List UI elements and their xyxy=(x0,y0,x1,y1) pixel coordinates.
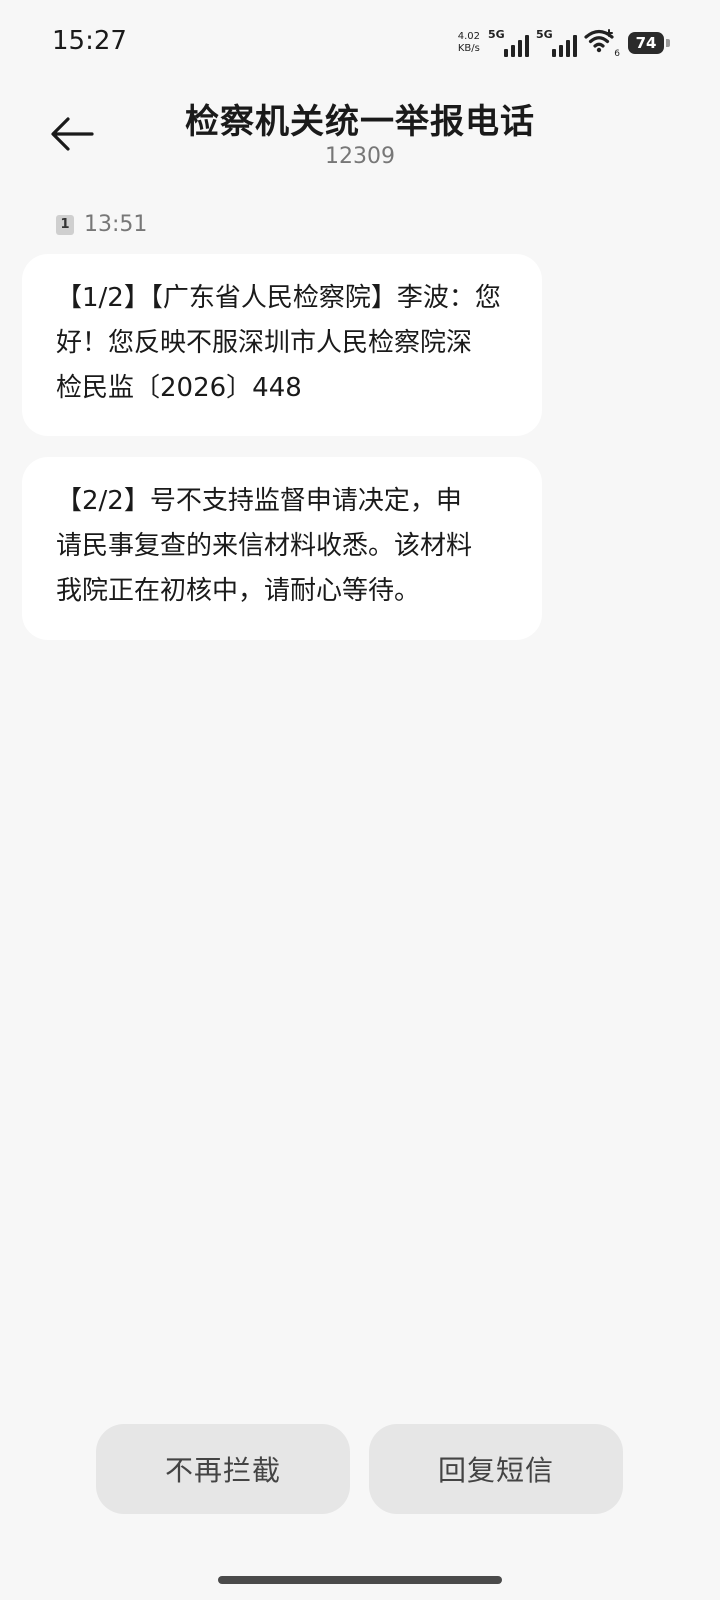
contact-name: 检察机关统一举报电话 xyxy=(185,102,535,142)
contact-number: 12309 xyxy=(325,144,395,169)
message-line: 我院正在初核中，请耐心等待。 xyxy=(56,576,421,606)
message-line: 【2/2】号不支持监督申请决定，申 xyxy=(56,486,462,516)
status-bar: 15:27 4.02 KB/s 5G 5G 6 74 xyxy=(0,0,720,88)
network-speed-unit: KB/s xyxy=(457,43,480,54)
home-indicator[interactable] xyxy=(218,1576,502,1584)
message-bubble[interactable]: 【1/2】【广东省人民检察院】李波：您 好！您反映不服深圳市人民检察院深 检民监… xyxy=(22,254,542,436)
message-line: 请民事复查的来信材料收悉。该材料 xyxy=(56,531,473,561)
message-meta: 1 13:51 xyxy=(56,212,147,237)
sim1-network-type: 5G xyxy=(488,28,505,41)
conversation-header: 检察机关统一举报电话 12309 xyxy=(0,88,720,184)
network-speed-value: 4.02 xyxy=(457,31,480,42)
sim1-signal-icon: 5G xyxy=(488,28,530,57)
message-time: 13:51 xyxy=(84,212,148,237)
battery-level: 74 xyxy=(628,32,664,54)
sim-card-icon: 1 xyxy=(56,214,74,235)
wifi-icon: 6 xyxy=(584,29,620,59)
stop-blocking-button[interactable]: 不再拦截 xyxy=(96,1424,350,1514)
network-speed: 4.02 KB/s xyxy=(458,31,480,55)
message-line: 好！您反映不服深圳市人民检察院深 xyxy=(56,328,473,358)
status-time: 15:27 xyxy=(52,26,127,56)
message-line: 检民监〔2026〕448 xyxy=(56,373,302,403)
status-icons: 4.02 KB/s 5G 5G 6 74 xyxy=(458,28,670,59)
sim2-network-type: 5G xyxy=(536,28,553,41)
wifi-number: 6 xyxy=(614,49,620,59)
battery-icon: 74 xyxy=(628,32,670,54)
message-bubble[interactable]: 【2/2】号不支持监督申请决定，申 请民事复查的来信材料收悉。该材料 我院正在初… xyxy=(22,457,542,640)
message-line: 【1/2】【广东省人民检察院】李波：您 xyxy=(56,283,501,313)
sim2-signal-icon: 5G xyxy=(536,28,578,57)
reply-sms-button[interactable]: 回复短信 xyxy=(369,1424,623,1514)
